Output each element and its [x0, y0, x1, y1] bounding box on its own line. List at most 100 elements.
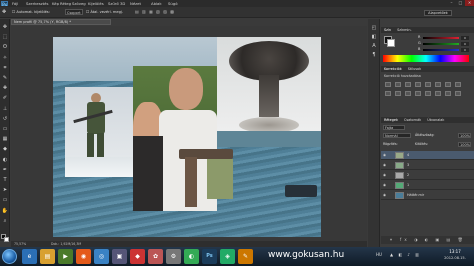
hue-sat-icon[interactable] — [435, 82, 441, 87]
bw-icon[interactable] — [455, 82, 461, 87]
workspace-select[interactable]: Alapvetőek — [424, 10, 452, 16]
close-button[interactable]: ✕ — [465, 0, 474, 6]
align-icons[interactable]: ▤ ▥ ▦ ▧ ▨ ▩ — [135, 9, 175, 14]
color-lookup-icon[interactable] — [405, 91, 411, 96]
app-icon-12[interactable]: ◈ — [220, 249, 235, 264]
firefox-icon[interactable]: ◉ — [76, 249, 91, 264]
crop-tool-icon[interactable]: ⌗ — [1, 65, 9, 72]
app-icon-10[interactable]: ◐ — [184, 249, 199, 264]
menu-item-1[interactable]: Szerkesztés — [26, 1, 48, 6]
gradient-map-icon[interactable] — [445, 91, 451, 96]
tab-swatches[interactable]: Színmin. — [397, 27, 412, 33]
app-icon-7[interactable]: ◆ — [130, 249, 145, 264]
exposure-icon[interactable] — [415, 82, 421, 87]
eyedropper-icon[interactable]: ✎ — [1, 75, 9, 82]
photoshop-taskbar-icon[interactable]: Ps — [202, 249, 217, 264]
slider-b[interactable] — [423, 49, 459, 51]
brightness-icon[interactable] — [385, 82, 391, 87]
color-background-swatch[interactable] — [387, 39, 395, 47]
app-icon-9[interactable]: ⚙ — [166, 249, 181, 264]
clone-stamp-icon[interactable]: ⊥ — [1, 106, 9, 113]
visibility-eye-icon[interactable]: ◉ — [383, 151, 386, 160]
history-icon[interactable]: ◰ — [370, 25, 378, 32]
layer-row[interactable]: ◉ 2 — [381, 171, 474, 180]
background-color-swatch[interactable] — [4, 237, 9, 242]
opacity-field[interactable]: 100% — [458, 133, 471, 138]
tab-color[interactable]: Szín — [384, 27, 391, 33]
layer-row[interactable]: ◉ 1 — [381, 181, 474, 190]
slider-g[interactable] — [423, 43, 459, 45]
visibility-eye-icon[interactable]: ◉ — [383, 171, 386, 180]
app-icon-8[interactable]: ✿ — [148, 249, 163, 264]
visibility-eye-icon[interactable]: ◉ — [383, 181, 386, 190]
photoshop-logo-icon[interactable]: Ps — [1, 1, 8, 7]
slider-value-g[interactable]: 0 — [461, 42, 469, 46]
document-canvas[interactable] — [53, 37, 321, 237]
transform-controls-checkbox[interactable]: ☐ Átal. vezérl. megj. — [86, 10, 123, 14]
posterize-icon[interactable] — [425, 91, 431, 96]
move-tool-icon[interactable]: ✥ — [2, 9, 6, 15]
menu-item-5[interactable]: Kijelölés — [88, 1, 104, 6]
tab-adjustments[interactable]: Korrekciók — [384, 66, 402, 72]
slider-value-r[interactable]: 0 — [461, 36, 469, 40]
photo-filter-icon[interactable] — [385, 91, 391, 96]
tray-icons[interactable]: ▲ ◧ ♪ ▥ — [390, 252, 421, 257]
menu-item-0[interactable]: Fájl — [12, 1, 18, 6]
tab-channels[interactable]: Csatornák — [404, 117, 421, 123]
invert-icon[interactable] — [415, 91, 421, 96]
menu-item-10[interactable]: Súgó — [168, 1, 178, 6]
auto-select-mode-select[interactable]: Csoport — [65, 9, 83, 15]
maximize-button[interactable]: □ — [456, 0, 465, 6]
chrome-icon[interactable]: ◎ — [94, 249, 109, 264]
pen-tool-icon[interactable]: ✒ — [1, 167, 9, 174]
selective-color-icon[interactable] — [455, 91, 461, 96]
hand-tool-icon[interactable]: ✋ — [1, 208, 9, 215]
type-tool-icon[interactable]: T — [1, 177, 9, 184]
language-indicator[interactable]: HU — [376, 252, 382, 257]
menu-item-2[interactable]: Kép — [52, 1, 59, 6]
ie-icon[interactable]: e — [22, 249, 37, 264]
text-icon[interactable]: A — [370, 43, 378, 50]
tab-layers[interactable]: Rétegek — [384, 117, 398, 123]
paragraph-icon[interactable]: ¶ — [370, 52, 378, 59]
layer-kind-filter[interactable]: Fajta — [383, 125, 405, 130]
fill-field[interactable]: 100% — [458, 142, 471, 147]
marquee-tool-icon[interactable]: ⬚ — [1, 34, 9, 41]
layer-row[interactable]: ◉ Háttér.mir — [381, 191, 474, 200]
levels-icon[interactable] — [395, 82, 401, 87]
healing-brush-icon[interactable]: ✚ — [1, 85, 9, 92]
path-select-icon[interactable]: ➤ — [1, 187, 9, 194]
app-icon-6[interactable]: ▣ — [112, 249, 127, 264]
clock-date[interactable]: 2012.08.15. — [440, 256, 470, 260]
clock-time[interactable]: 13:17 — [440, 249, 470, 254]
slider-r[interactable] — [423, 37, 459, 39]
menu-item-3[interactable]: Réteg — [60, 1, 71, 6]
menu-item-4[interactable]: Szöveg — [72, 1, 86, 6]
zoom-tool-icon[interactable]: ⌕ — [1, 218, 9, 225]
blend-mode-select[interactable]: Normál — [383, 133, 411, 138]
threshold-icon[interactable] — [435, 91, 441, 96]
vibrance-icon[interactable] — [425, 82, 431, 87]
minimize-button[interactable]: – — [447, 0, 456, 6]
menu-item-9[interactable]: Ablak — [151, 1, 162, 6]
gradient-tool-icon[interactable]: ▦ — [1, 136, 9, 143]
properties-icon[interactable]: ◧ — [370, 34, 378, 41]
channel-mixer-icon[interactable] — [395, 91, 401, 96]
document-tab[interactable]: Nem profil @ 75,7% (Y, RGB/8) * — [11, 19, 111, 25]
menu-item-6[interactable]: Szűrő — [108, 1, 119, 6]
layer-actions-bar[interactable]: ⚭ fx ◑ ◐ ▣ ▤ 🗑 — [381, 236, 474, 244]
tab-styles[interactable]: Stílusok — [408, 66, 421, 72]
layer-row[interactable]: ◉ 3 — [381, 161, 474, 170]
app-icon-13[interactable]: ✎ — [238, 249, 253, 264]
menu-item-7[interactable]: 3D — [120, 1, 125, 6]
curves-icon[interactable] — [405, 82, 411, 87]
quick-select-icon[interactable]: ✧ — [1, 55, 9, 62]
media-icon[interactable]: ▶ — [58, 249, 73, 264]
history-brush-icon[interactable]: ↺ — [1, 116, 9, 123]
blur-tool-icon[interactable]: ◆ — [1, 146, 9, 153]
layer-row[interactable]: ◉ 4 — [381, 151, 474, 160]
dodge-tool-icon[interactable]: ◐ — [1, 157, 9, 164]
start-button[interactable] — [2, 249, 17, 264]
eraser-tool-icon[interactable]: ▭ — [1, 126, 9, 133]
auto-select-checkbox[interactable]: ☐ Automat. kijelölés: — [12, 10, 50, 14]
